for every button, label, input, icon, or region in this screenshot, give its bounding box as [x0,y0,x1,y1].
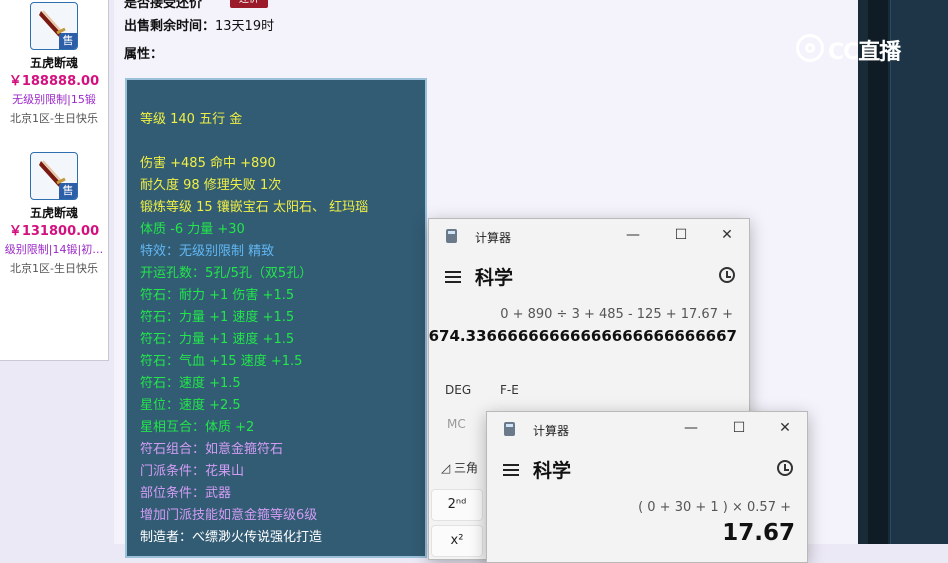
calculator-app-icon [504,422,515,436]
square-button[interactable]: x² [431,525,483,557]
side-panel [890,0,948,544]
window-title: 计算器 [533,424,570,438]
trig-label: 三角 [454,461,479,475]
item-name[interactable]: 五虎断魂 [0,206,108,220]
close-button[interactable]: ✕ [771,416,799,440]
counter-offer-label: 是否接受还价 [124,0,203,11]
list-item[interactable]: 售 五虎断魂 ￥131800.00 级别限制|14锻|初… 北京1区-生日快乐 [0,152,108,276]
logo-text: CC直播 [828,40,901,65]
sale-time-row: 出售剩余时间：13天19时 [124,15,274,34]
history-icon[interactable] [777,460,793,476]
attr-line: 耐久度 98 修理失败 1次 [140,178,282,193]
minimize-button[interactable]: — [677,416,705,440]
sell-badge: 售 [59,33,77,49]
attr-line: 符石：耐力 +1 伤害 +1.5 [140,288,295,303]
item-server: 北京1区-生日快乐 [10,262,98,275]
item-server: 北京1区-生日快乐 [10,112,98,125]
menu-icon[interactable] [503,464,519,476]
calculator-app-icon [446,229,457,243]
triangle-icon: ◿ [441,461,455,475]
item-list-panel: 售 五虎断魂 ￥188888.00 无级别限制|15锻 北京1区-生日快乐 售 … [0,0,109,361]
deg-toggle[interactable]: DEG [445,383,471,397]
item-thumbnail[interactable]: 售 [30,2,78,50]
item-level-info: 级别限制|14锻|初… [4,243,104,256]
right-side-panel [858,0,948,544]
item-price: ￥131800.00 [8,224,100,239]
attr-line: 部位条件：武器 [140,486,232,501]
result-display: 17.67 [722,520,795,546]
menu-icon[interactable] [445,271,461,283]
sale-time-value: 13天19时 [215,19,275,34]
fe-toggle[interactable]: F-E [500,383,519,397]
memory-clear-button[interactable]: MC [447,417,466,431]
attr-line: 符石：力量 +1 速度 +1.5 [140,310,295,325]
item-name[interactable]: 五虎断魂 [0,56,108,70]
attr-line: 符石：力量 +1 速度 +1.5 [140,332,295,347]
expression-display: 0 + 890 ÷ 3 + 485 - 125 + 17.67 + [500,307,733,322]
list-item[interactable]: 售 五虎断魂 ￥188888.00 无级别限制|15锻 北京1区-生日快乐 [0,2,108,126]
attr-line: 符石：气血 +15 速度 +1.5 [140,354,303,369]
second-function-button[interactable]: 2ⁿᵈ [431,489,483,521]
sale-time-label: 出售剩余时间： [124,19,216,34]
attr-line: 开运孔数：5孔/5孔（双5孔） [140,266,313,281]
expression-display: ( 0 + 30 + 1 ) × 0.57 + [638,500,791,515]
history-icon[interactable] [719,267,735,283]
attributes-label: 属性： [124,47,164,62]
attr-line: 体质 -6 力量 +30 [140,222,245,237]
sell-badge: 售 [59,183,77,199]
item-price: ￥188888.00 [8,74,100,89]
attr-line: 星相互合：体质 +2 [140,420,255,435]
title-bar[interactable]: 计算器 — ☐ ✕ [487,412,807,446]
attributes-box: 等级 140 五行 金 伤害 +485 命中 +890 耐久度 98 修理失败 … [125,78,427,558]
calculator-window[interactable]: 计算器 — ☐ ✕ 科学 ( 0 + 30 + 1 ) × 0.57 + 17.… [486,411,808,563]
mode-title: 科学 [533,460,572,482]
attr-line: 符石组合：如意金箍符石 [140,442,284,457]
logo-mark-icon [796,34,824,62]
attr-line: 锻炼等级 15 镶嵌宝石 太阳石、 红玛瑙 [140,200,369,215]
attr-line: 伤害 +485 命中 +890 [140,156,276,171]
attr-line: 符石：速度 +1.5 [140,376,241,391]
attr-line: 星位：速度 +2.5 [140,398,241,413]
minimize-button[interactable]: — [619,223,647,247]
close-button[interactable]: ✕ [713,223,741,247]
attr-line: 特效：无级别限制 精致 [140,244,275,259]
trig-dropdown[interactable]: ◿ 三角 [441,459,478,476]
maximize-button[interactable]: ☐ [725,416,753,440]
result-display: 674.33666666666666666666666667 [428,327,737,345]
maximize-button[interactable]: ☐ [667,223,695,247]
mode-title: 科学 [475,267,514,289]
stream-logo: CC直播 [796,32,926,66]
title-bar[interactable]: 计算器 — ☐ ✕ [429,219,749,253]
attr-line: 门派条件：花果山 [140,464,245,479]
counter-offer-button[interactable]: 还价 [230,0,268,8]
item-thumbnail[interactable]: 售 [30,152,78,200]
scrollbar-track[interactable] [868,0,888,544]
item-level-info: 无级别限制|15锻 [12,93,96,106]
attr-line: 等级 140 五行 金 [140,112,243,127]
attr-line: 增加门派技能如意金箍等级6级 [140,508,318,523]
window-title: 计算器 [475,231,512,245]
